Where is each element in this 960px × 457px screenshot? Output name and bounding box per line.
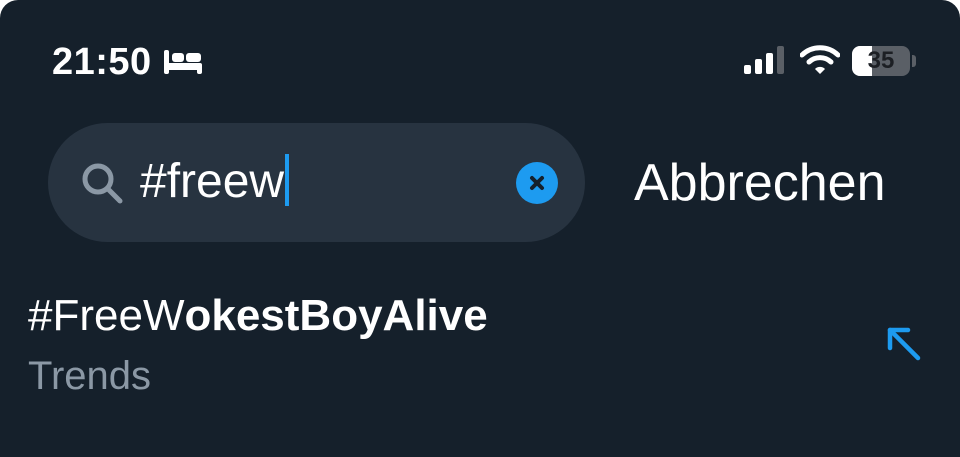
search-icon (82, 163, 123, 204)
suggestion-title-completion: okestBoyAlive (184, 291, 488, 340)
wifi-icon (800, 45, 840, 74)
search-field[interactable]: #freew (48, 123, 585, 242)
search-screen: 21:50 35 #freew Abbrechen #FreeWokestBoy… (0, 0, 960, 457)
clear-search-button[interactable] (516, 162, 558, 204)
bed-icon (164, 50, 202, 74)
clear-icon (530, 176, 544, 190)
cellular-signal-icon (744, 46, 784, 74)
search-input[interactable]: #freew (140, 153, 290, 211)
search-suggestion[interactable]: #FreeWokestBoyAlive Trends (0, 282, 960, 412)
suggestion-title: #FreeWokestBoyAlive (28, 290, 488, 342)
battery-indicator: 35 (852, 46, 910, 76)
status-time: 21:50 (52, 41, 152, 83)
battery-level: 35 (867, 47, 895, 74)
battery-tip (912, 55, 916, 67)
cancel-button[interactable]: Abbrechen (634, 153, 886, 213)
search-input-text: #freew (140, 155, 285, 208)
suggestion-title-match: #FreeW (28, 291, 185, 340)
text-caret (285, 154, 290, 206)
arrow-up-left-icon[interactable] (884, 324, 924, 364)
suggestion-subtitle: Trends (28, 354, 152, 398)
